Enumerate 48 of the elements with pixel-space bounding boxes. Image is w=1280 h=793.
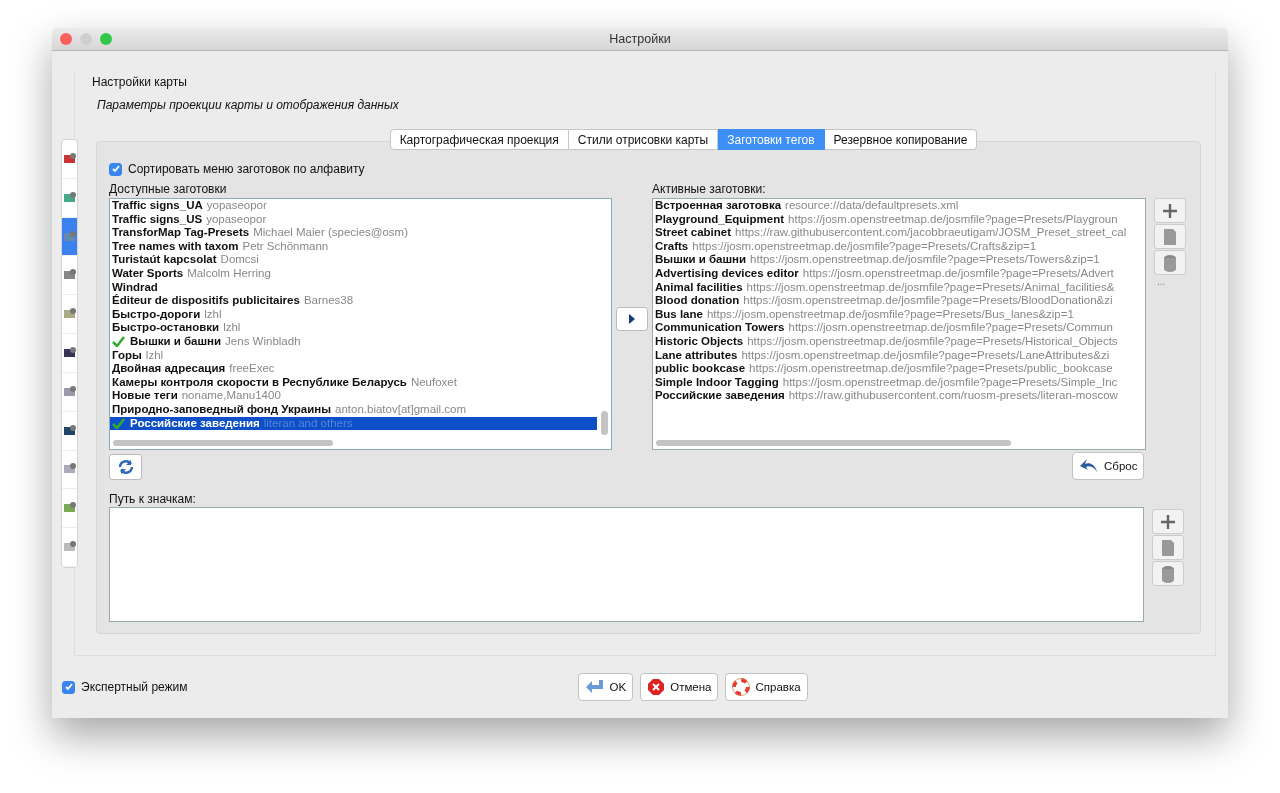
preset-item[interactable]: Street cabinet https://raw.githubusercontent.com/jacobbraeutigam/JOSM_Preset_street_cal — [653, 226, 1140, 240]
preset-item[interactable]: Горы lzhl — [110, 348, 597, 363]
preset-item[interactable]: Bus lane https://josm.openstreetmap.de/josmfile?page=Presets/Bus_lanes&zip=1 — [653, 307, 1140, 322]
field-label: Путь к значкам: — [109, 492, 196, 506]
preset-item[interactable]: Crafts https://josm.openstreetmap.de/josmfile?page=Presets/Crafts&zip=1 — [653, 239, 1140, 254]
preset-item[interactable]: Российские заведения https://raw.githubusercontent.com/ruosm-presets/literan-moscow — [653, 389, 1140, 403]
preset-item[interactable]: Камеры контроля скорости в Республике Беларусь Neufoxet — [110, 375, 597, 390]
ok-button[interactable]: OK — [577, 673, 634, 701]
preset-item[interactable]: Animal facilities https://josm.openstreetmap.de/josmfile?page=Presets/Animal_facilities& — [653, 280, 1140, 295]
preset-item[interactable]: Advertising devices editor https://josm.openstreetmap.de/josmfile?page=Presets/Advert — [653, 266, 1140, 281]
preset-item[interactable]: Communication Towers https://josm.openstreetmap.de/josmfile?page=Presets/Commun — [653, 321, 1140, 335]
preset-item[interactable]: Traffic signs_UA yopaseopor — [110, 199, 597, 213]
list-label: Доступные заготовки — [109, 182, 228, 196]
preset-item[interactable]: Lane attributes https://josm.openstreetmap.de/josmfile?page=Presets/LaneAttributes&zi — [653, 348, 1140, 363]
preset-item[interactable]: Быстро-дороги lzhl — [110, 307, 597, 322]
preset-item[interactable]: Встроенная заготовка resource://data/defaultpresets.xml — [653, 199, 1140, 213]
preset-item[interactable]: Быстро-остановки lzhl — [110, 321, 597, 335]
preset-item[interactable]: Turistaút kapcsolat Domcsi — [110, 253, 597, 267]
preset-item[interactable]: Playground_Equipment https://josm.openstreetmap.de/josmfile?page=Presets/Playgroun — [653, 212, 1140, 227]
checkbox-label: Сортировать меню заготовок по алфавиту — [128, 162, 365, 176]
preset-item[interactable]: public bookcase https://josm.openstreetmap.de/josmfile?page=Presets/public_bookcase — [653, 362, 1140, 376]
help-button[interactable]: Справка — [725, 673, 808, 701]
preset-item[interactable]: Вышки и башни Jens Winbladh — [110, 334, 597, 349]
preset-item[interactable]: Historic Objects https://josm.openstreetmap.de/josmfile?page=Presets/Historical_Objects — [653, 334, 1140, 349]
tab[interactable]: Стили отрисовки карты — [568, 129, 719, 150]
window-title: Настройки — [609, 32, 671, 46]
page-subtitle: Параметры проекции карты и отображения данных — [96, 98, 399, 112]
more-indicator: ... — [1156, 276, 1167, 287]
tab[interactable]: Картографическая проекция — [389, 129, 569, 150]
cancel-button[interactable]: Отмена — [640, 673, 719, 701]
page-title: Настройки карты — [92, 75, 187, 89]
preset-item[interactable]: Traffic signs_US yopaseopor — [110, 212, 597, 227]
preset-item[interactable]: Windrad — [110, 280, 597, 295]
preset-item[interactable]: Blood donation https://josm.openstreetmap.de/josmfile?page=Presets/BloodDonation&zi — [653, 294, 1140, 308]
checkbox-label: Экспертный режим — [81, 680, 188, 694]
preset-item[interactable]: Tree names with taxom Petr Schönmann — [110, 239, 597, 254]
preset-item[interactable]: Вышки и башни https://josm.openstreetmap.de/josmfile?page=Presets/Towers&zip=1 — [653, 253, 1140, 267]
preset-item[interactable]: TransforMap Tag-Presets Michael Maier (species@osm) — [110, 226, 597, 240]
preset-item[interactable]: Природно-заповедный фонд Украины anton.biatov[at]gmail.com — [110, 402, 597, 417]
preset-item[interactable]: Новые теги noname,Manu1400 — [110, 389, 597, 403]
preset-item[interactable]: Simple Indoor Tagging https://josm.openstreetmap.de/josmfile?page=Presets/Simple_Inc — [653, 375, 1140, 390]
list-label: Активные заготовки: — [652, 182, 767, 196]
tab[interactable]: Резервное копирование — [824, 129, 978, 150]
preset-item[interactable]: Российские заведения literan and others — [110, 416, 597, 431]
reset-button[interactable]: Сброс — [1072, 452, 1145, 480]
preset-item[interactable]: Двойная адресация freeExec — [110, 362, 597, 376]
preset-item[interactable]: Water Sports Malcolm Herring — [110, 266, 597, 281]
preset-item[interactable]: Éditeur de dispositifs publicitaires Barnes38 — [110, 294, 597, 308]
